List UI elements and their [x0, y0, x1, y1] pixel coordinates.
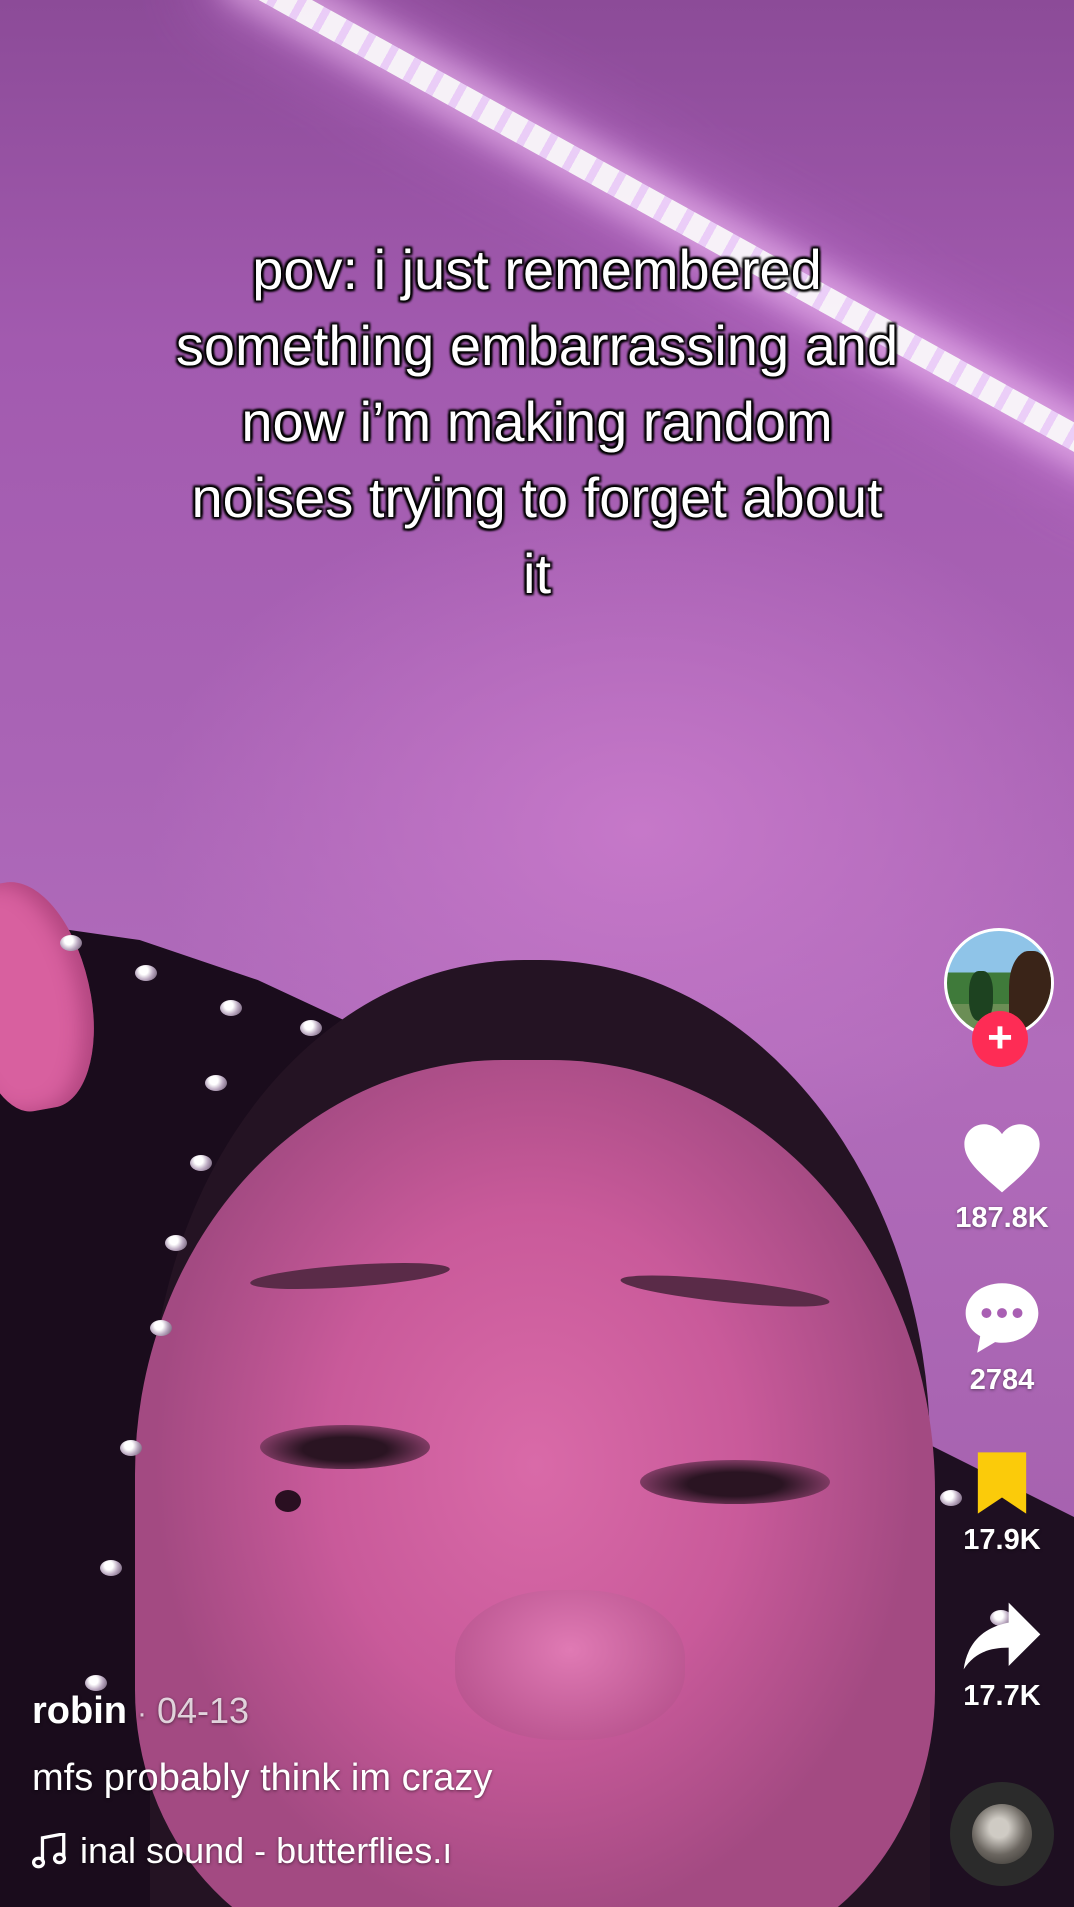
sound-title: inal sound - butterflies.ı	[80, 1830, 453, 1871]
share-button[interactable]: 17.7K	[944, 1600, 1060, 1713]
face-mark	[275, 1490, 301, 1512]
post-date: 04-13	[156, 1690, 250, 1731]
author-username[interactable]: robin	[32, 1690, 127, 1733]
heart-icon	[964, 1124, 1040, 1193]
post-description[interactable]: mfs probably think im crazy	[32, 1757, 932, 1800]
meta-separator: ·	[136, 1697, 147, 1730]
bookmark-icon	[977, 1452, 1027, 1514]
post-info: robin · 04-13 mfs probably think im craz…	[32, 1690, 932, 1872]
stud	[120, 1440, 142, 1456]
like-count: 187.8K	[955, 1202, 1049, 1234]
follow-button[interactable]: +	[972, 1011, 1028, 1067]
like-button[interactable]: 187.8K	[944, 1122, 1060, 1235]
comment-count: 2784	[969, 1364, 1035, 1396]
stud	[135, 965, 157, 981]
share-count: 17.7K	[963, 1680, 1041, 1712]
music-note-icon	[32, 1833, 66, 1869]
stud	[165, 1235, 187, 1251]
stud	[150, 1320, 172, 1336]
left-eye	[260, 1425, 430, 1469]
video-caption-text: pov: i just remembered something embarra…	[175, 238, 899, 605]
music-disc-cover	[972, 1804, 1032, 1864]
stud	[190, 1155, 212, 1171]
author-row: robin · 04-13	[32, 1690, 932, 1733]
video-player[interactable]: pov: i just remembered something embarra…	[0, 0, 1074, 1907]
save-count: 17.9K	[963, 1524, 1041, 1556]
stud	[205, 1075, 227, 1091]
share-arrow-icon	[963, 1602, 1041, 1670]
music-disc-button[interactable]	[950, 1782, 1054, 1886]
sound-link[interactable]: inal sound - butterflies.ı	[32, 1830, 932, 1872]
stud	[85, 1675, 107, 1691]
save-button[interactable]: 17.9K	[944, 1450, 1060, 1557]
stud	[300, 1020, 322, 1036]
stud	[60, 935, 82, 951]
comment-bubble-icon	[965, 1283, 1039, 1353]
right-eye	[640, 1460, 830, 1504]
stud	[100, 1560, 122, 1576]
comment-button[interactable]: 2784	[944, 1280, 1060, 1397]
stud	[220, 1000, 242, 1016]
